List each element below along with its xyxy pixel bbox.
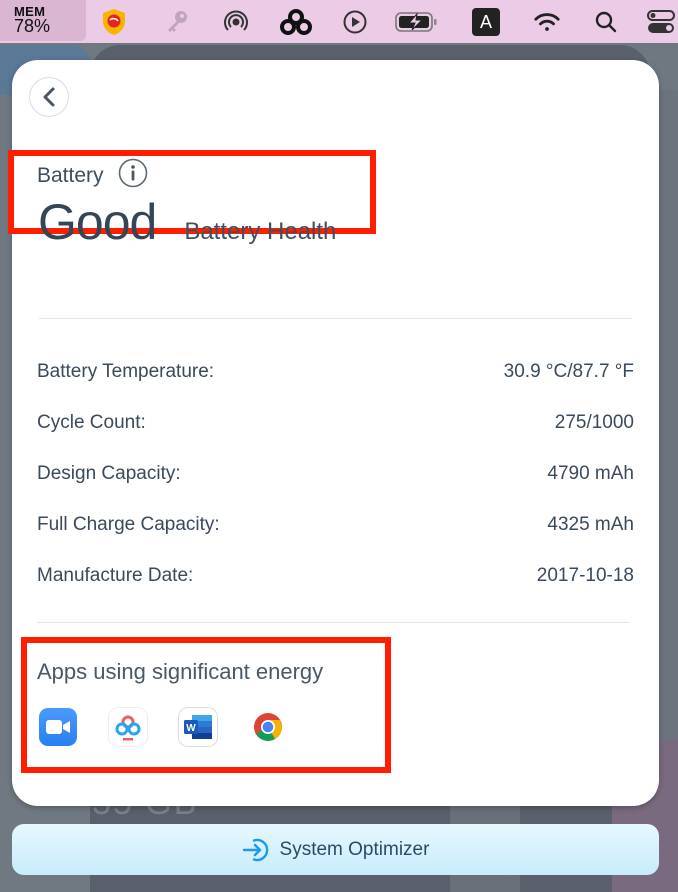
control-center-icon[interactable] bbox=[645, 8, 675, 36]
stat-row: Manufacture Date: 2017-10-18 bbox=[37, 565, 634, 587]
memory-value: 78% bbox=[14, 16, 51, 36]
stat-value: 2017-10-18 bbox=[536, 565, 634, 586]
key-icon[interactable] bbox=[163, 8, 191, 36]
stat-label: Full Charge Capacity: bbox=[37, 514, 220, 535]
stat-row: Design Capacity: 4790 mAh bbox=[37, 463, 634, 485]
stat-label: Design Capacity: bbox=[37, 463, 181, 484]
stat-label: Cycle Count: bbox=[37, 412, 146, 433]
zoom-app-icon[interactable] bbox=[39, 708, 77, 746]
battery-health-value: Good bbox=[38, 194, 157, 250]
battery-charging-icon[interactable] bbox=[395, 8, 439, 36]
stat-value: 4790 mAh bbox=[547, 463, 634, 484]
back-button[interactable] bbox=[29, 77, 69, 117]
apps-list: W bbox=[39, 708, 319, 746]
stat-row: Full Charge Capacity: 4325 mAh bbox=[37, 514, 634, 536]
word-app-icon[interactable]: W bbox=[179, 708, 217, 746]
apps-highlight-box bbox=[21, 637, 391, 773]
memory-status-item[interactable]: MEM 78% bbox=[0, 0, 86, 41]
stat-label: Battery Temperature: bbox=[37, 361, 215, 382]
airdrop-icon[interactable] bbox=[222, 8, 250, 36]
chevron-left-icon bbox=[43, 87, 55, 107]
divider bbox=[39, 318, 632, 319]
baidu-netdisk-app-icon[interactable] bbox=[109, 708, 147, 746]
stat-row: Cycle Count: 275/1000 bbox=[37, 412, 634, 434]
battery-health: Good Battery Health bbox=[38, 193, 336, 251]
wifi-icon[interactable] bbox=[533, 8, 561, 36]
arrow-into-circle-icon bbox=[242, 838, 268, 861]
trend-micro-shield-icon[interactable] bbox=[100, 8, 128, 36]
system-optimizer-label: System Optimizer bbox=[279, 838, 430, 860]
play-circle-icon[interactable] bbox=[341, 8, 369, 36]
battery-health-label: Battery Health bbox=[184, 218, 337, 245]
stat-label: Manufacture Date: bbox=[37, 565, 194, 586]
menu-bar: MEM 78% A bbox=[0, 0, 678, 43]
stat-value: 4325 mAh bbox=[547, 514, 634, 535]
divider bbox=[37, 622, 630, 623]
spotlight-search-icon[interactable] bbox=[592, 8, 620, 36]
stat-value: 275/1000 bbox=[554, 412, 634, 433]
chrome-app-icon[interactable] bbox=[249, 708, 287, 746]
input-source-a-icon[interactable]: A bbox=[472, 8, 500, 36]
creative-cloud-icon[interactable] bbox=[278, 8, 314, 36]
system-optimizer-button[interactable]: System Optimizer bbox=[12, 824, 659, 875]
stat-value: 30.9 °C/87.7 °F bbox=[503, 361, 634, 382]
stat-row: Battery Temperature: 30.9 °C/87.7 °F bbox=[37, 361, 634, 383]
svg-text:W: W bbox=[186, 723, 196, 734]
apps-section-title: Apps using significant energy bbox=[37, 659, 324, 684]
